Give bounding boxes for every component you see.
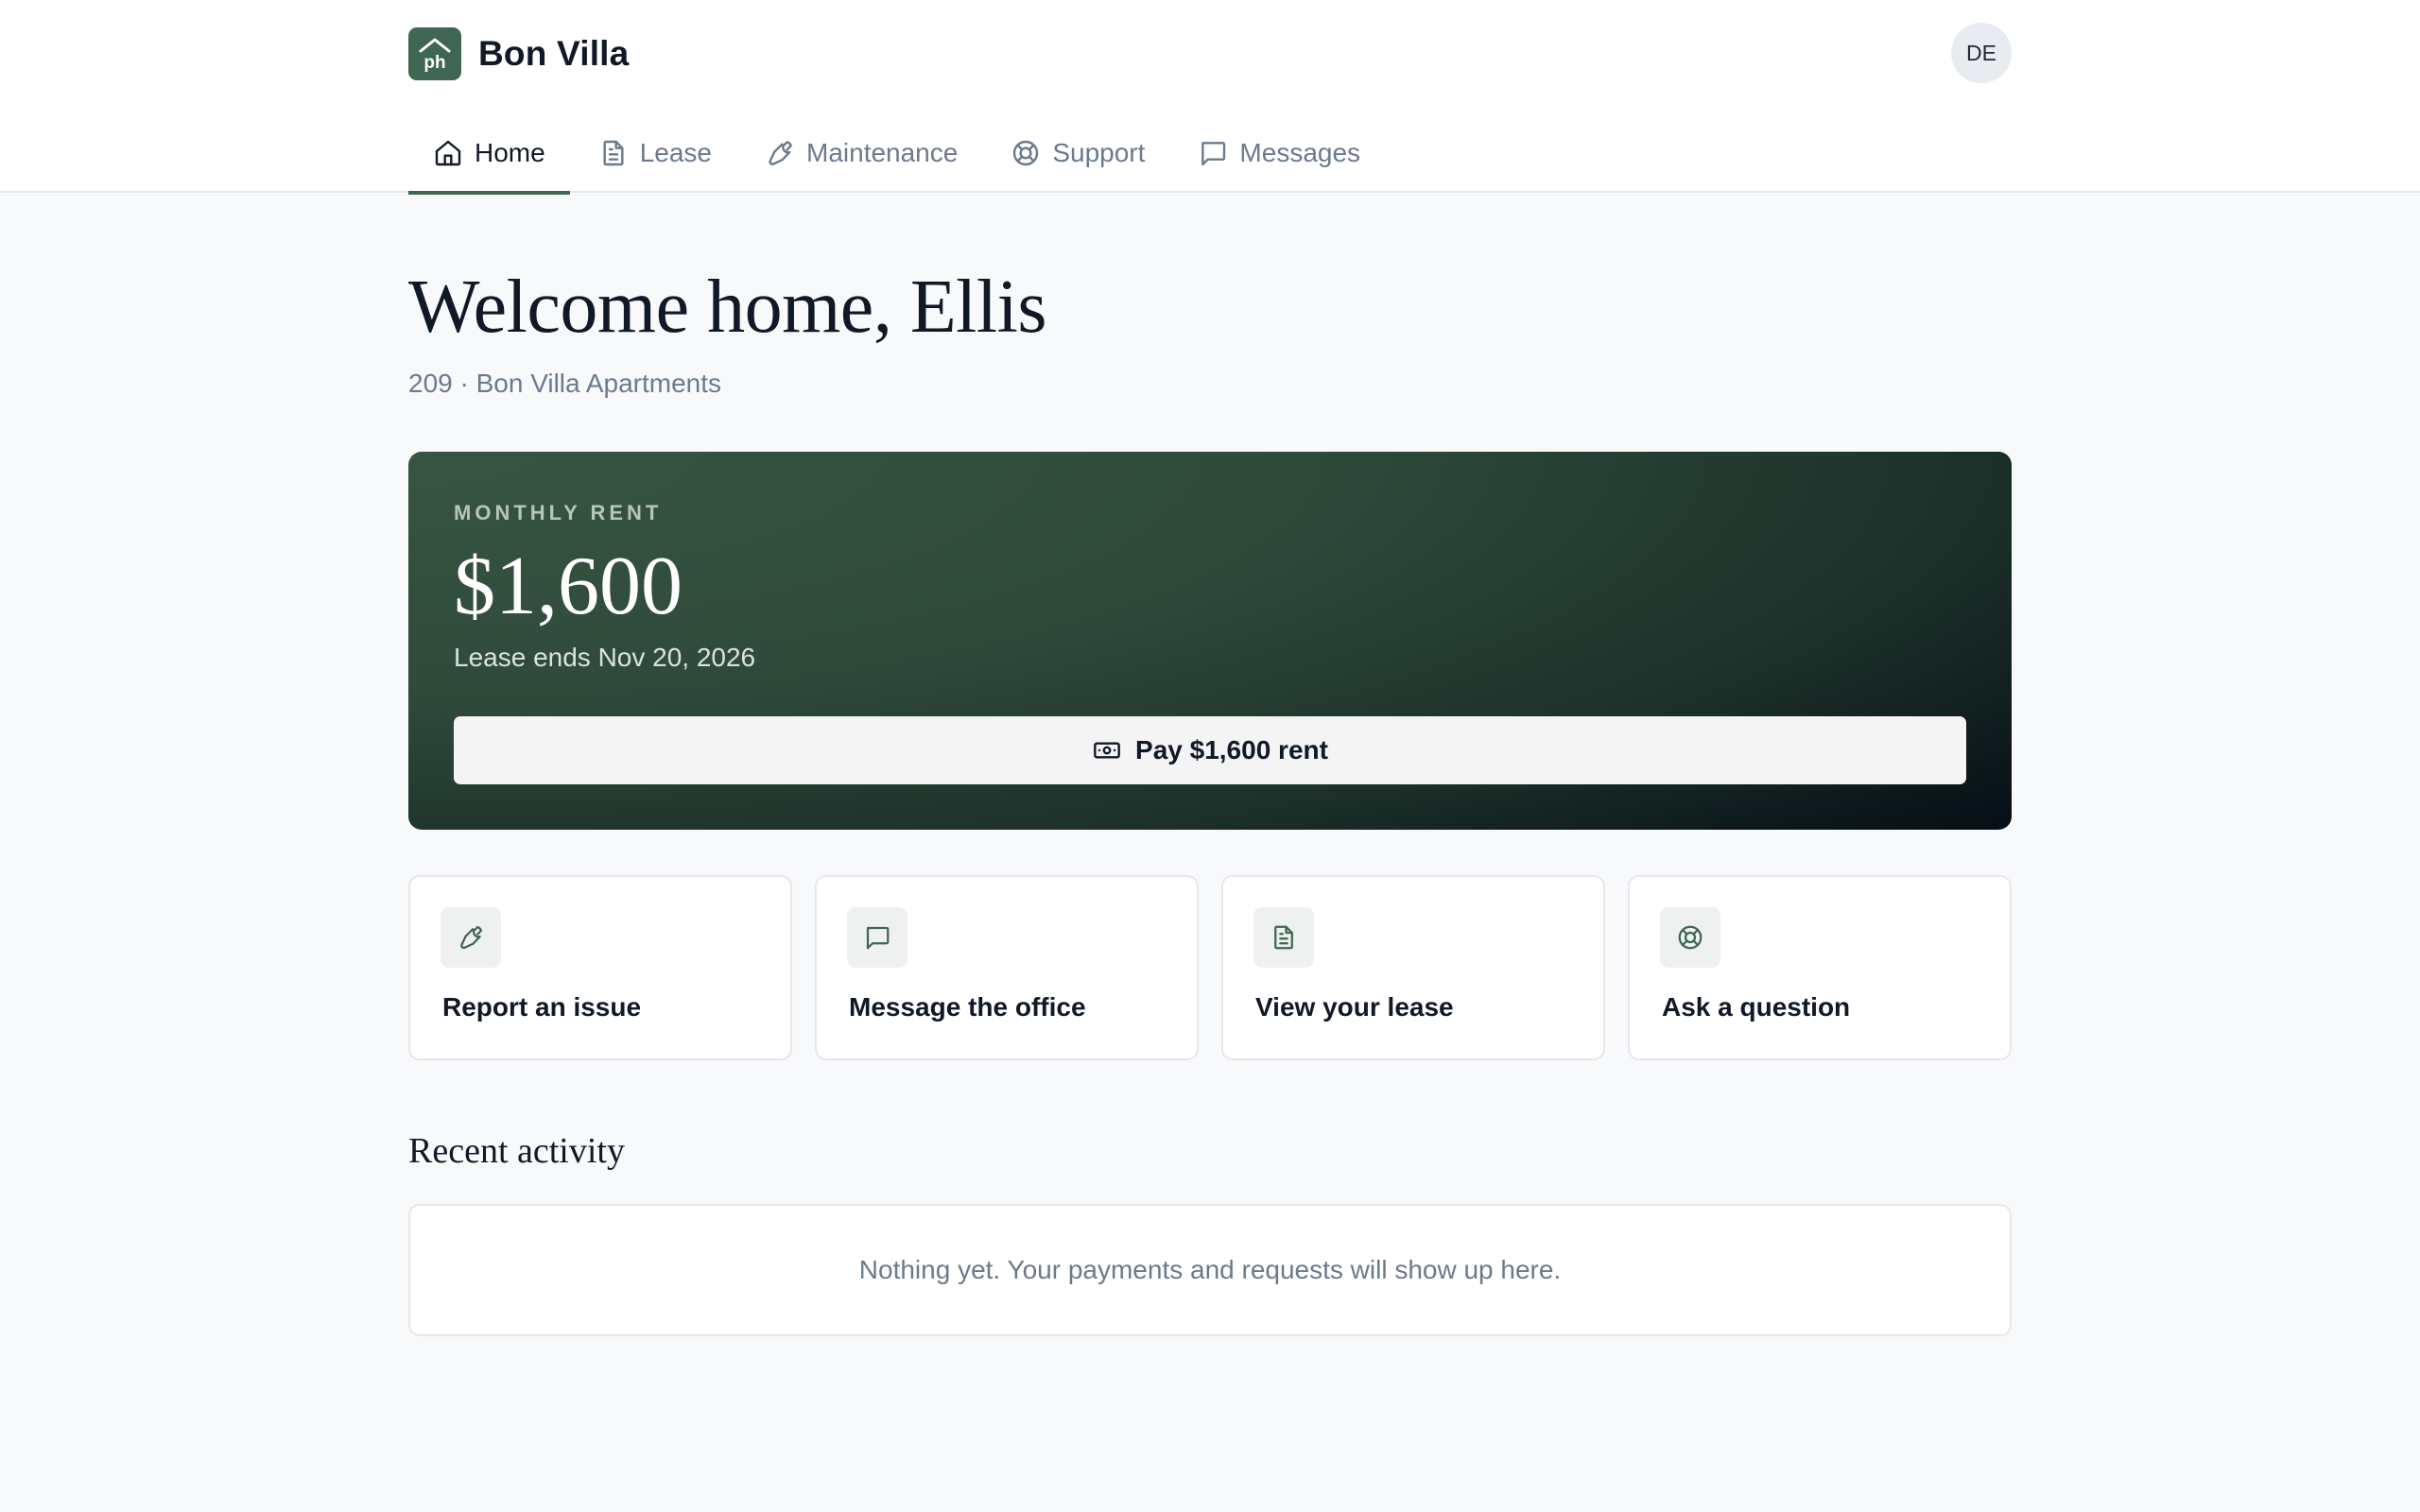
tab-support-label: Support — [1052, 138, 1146, 167]
brand-logo: ph — [408, 26, 461, 80]
rent-amount: $1,600 — [454, 541, 683, 632]
view-lease-label: View your lease — [1255, 992, 1454, 1022]
cash-icon — [1092, 735, 1122, 765]
rent-card: MONTHLY RENT $1,600 Lease ends Nov 20, 2… — [408, 452, 2012, 830]
brand-logo-text: ph — [424, 53, 445, 73]
lifebuoy-icon — [1660, 907, 1720, 968]
recent-activity-title: Recent activity — [408, 1131, 625, 1171]
tab-home[interactable]: Home — [408, 113, 570, 195]
pay-rent-label: Pay $1,600 rent — [1135, 735, 1328, 765]
unit-address: 209 · Bon Villa Apartments — [408, 369, 722, 398]
ask-question-card[interactable]: Ask a question — [1628, 875, 2012, 1060]
view-lease-card[interactable]: View your lease — [1221, 875, 1605, 1060]
rent-label: MONTHLY RENT — [454, 501, 663, 524]
user-avatar[interactable]: DE — [1951, 23, 2012, 83]
main-nav: Home Lease Maintenance Support Messages — [408, 113, 1389, 195]
tab-home-label: Home — [475, 138, 545, 167]
pay-rent-button[interactable]: Pay $1,600 rent — [454, 716, 1966, 784]
wrench-icon — [765, 138, 795, 168]
lifebuoy-icon — [1011, 138, 1041, 168]
report-issue-label: Report an issue — [442, 992, 642, 1022]
brand-name: Bon Villa — [478, 33, 630, 73]
wrench-icon — [441, 907, 501, 968]
home-icon — [433, 138, 463, 168]
tab-maintenance[interactable]: Maintenance — [740, 113, 982, 193]
ask-question-label: Ask a question — [1662, 992, 1851, 1022]
recent-activity-panel: Nothing yet. Your payments and requests … — [408, 1204, 2012, 1336]
message-icon — [1198, 138, 1228, 168]
lease-end-date: Lease ends Nov 20, 2026 — [454, 643, 756, 672]
message-icon — [847, 907, 908, 968]
report-issue-card[interactable]: Report an issue — [408, 875, 792, 1060]
page-title: Welcome home, Ellis — [408, 266, 1047, 349]
tab-maintenance-label: Maintenance — [806, 138, 959, 167]
document-icon — [598, 138, 629, 168]
app-header: ph Bon Villa DE Home Lease Maintenance S… — [0, 0, 2420, 195]
quick-actions: Report an issue Message the office View … — [408, 875, 2012, 1060]
tab-messages-label: Messages — [1239, 138, 1361, 167]
message-office-card[interactable]: Message the office — [815, 875, 1199, 1060]
tab-support[interactable]: Support — [986, 113, 1169, 193]
brand[interactable]: ph Bon Villa — [408, 26, 629, 80]
tab-lease[interactable]: Lease — [574, 113, 736, 193]
message-office-label: Message the office — [849, 992, 1086, 1022]
tab-messages[interactable]: Messages — [1173, 113, 1385, 193]
recent-activity-empty-message: Nothing yet. Your payments and requests … — [858, 1255, 1562, 1284]
tab-lease-label: Lease — [639, 138, 712, 167]
document-icon — [1253, 907, 1314, 968]
